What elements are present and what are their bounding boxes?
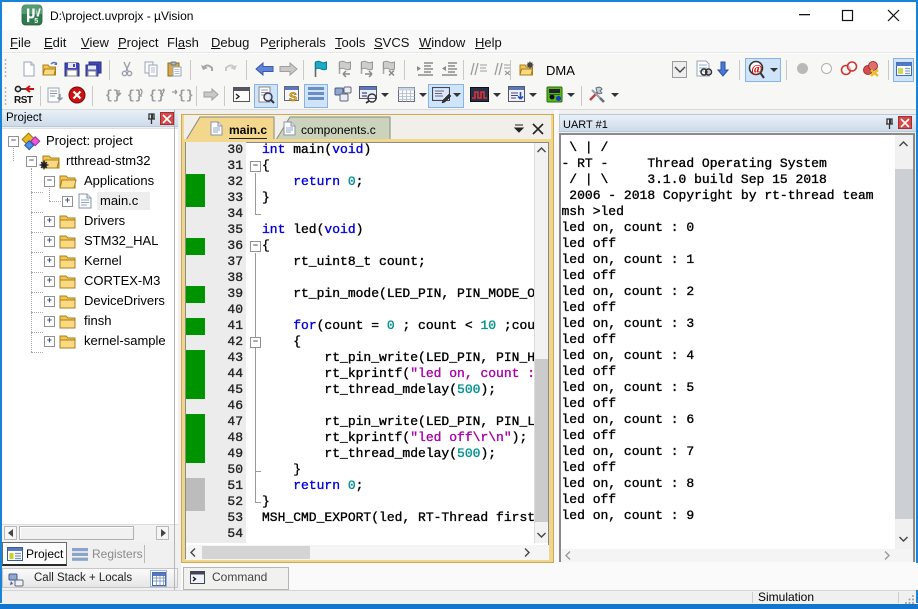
svg-text:{}: {} [178, 88, 194, 103]
svg-text:RST: RST [14, 95, 33, 106]
svg-text:{}: {} [105, 88, 121, 103]
svg-text:5: 5 [34, 18, 38, 25]
svg-text:@: @ [751, 62, 762, 76]
svg-text:S: S [289, 90, 297, 104]
svg-text:{}: {} [149, 88, 165, 103]
